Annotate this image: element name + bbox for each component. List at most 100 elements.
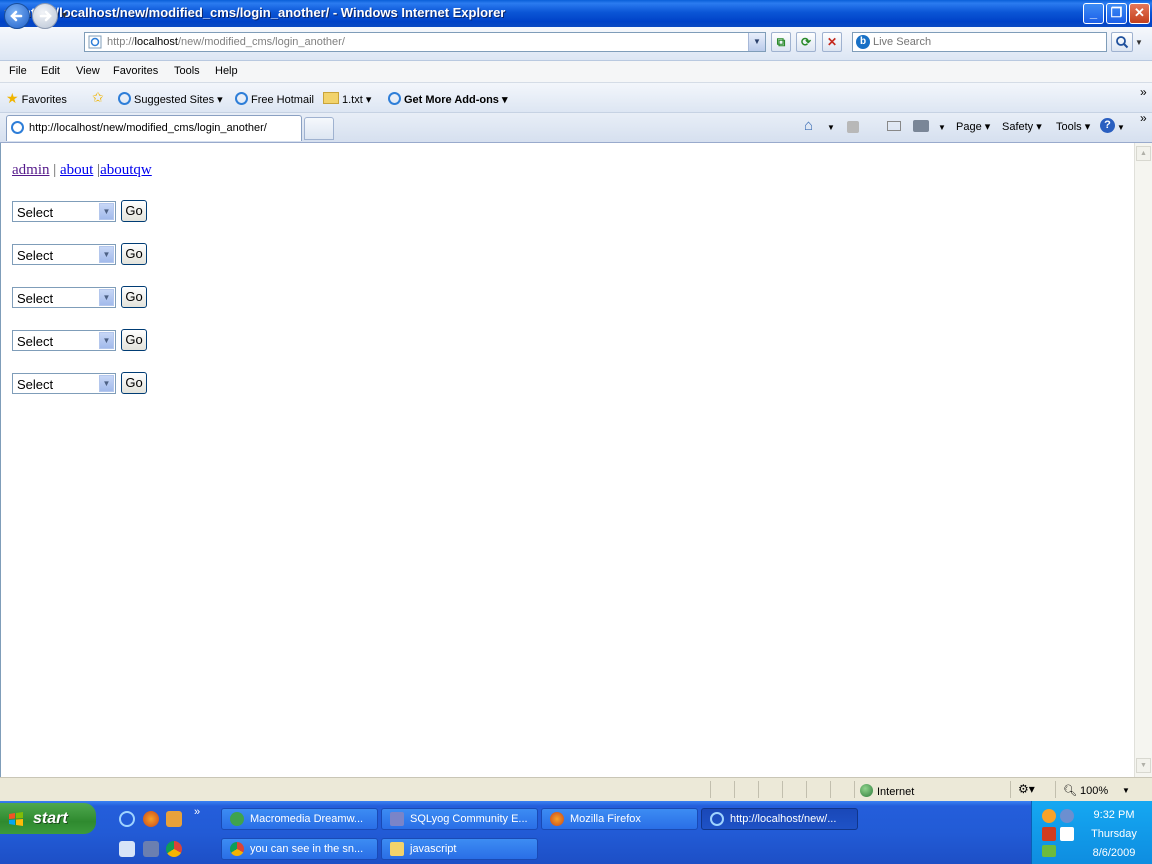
window-title: http://localhost/new/modified_cms/login_…: [23, 5, 506, 20]
get-more-addons-link[interactable]: Get More Add-ons ▾: [388, 92, 508, 106]
zoom-dropdown-icon[interactable]: ▼: [1122, 786, 1130, 795]
ie-page-icon: [118, 92, 131, 105]
clock-date: 8/6/2009: [1092, 847, 1136, 859]
taskbar-button-ie[interactable]: http://localhost/new/...: [701, 808, 858, 830]
go-button-3[interactable]: Go: [121, 286, 147, 308]
menu-edit[interactable]: Edit: [41, 65, 60, 77]
print-dropdown-icon[interactable]: ▼: [938, 123, 946, 132]
refresh-button[interactable]: ⟳: [796, 32, 816, 52]
minimize-button[interactable]: _: [1083, 3, 1104, 24]
safety-menu-button[interactable]: Safety ▾: [1002, 120, 1042, 133]
search-options-dropdown-icon[interactable]: ▼: [1135, 38, 1143, 47]
tools-menu-button[interactable]: Tools ▾: [1056, 120, 1090, 133]
txt-file-folder-link[interactable]: 1.txt ▾: [323, 92, 371, 106]
menu-favorites[interactable]: Favorites: [113, 65, 158, 77]
go-button-2[interactable]: Go: [121, 243, 147, 265]
quicklaunch-app-icon[interactable]: [166, 811, 182, 827]
stop-button[interactable]: ✕: [822, 32, 842, 52]
scroll-down-icon[interactable]: ▼: [1136, 758, 1151, 773]
clock-time[interactable]: 9:32 PM: [1082, 809, 1146, 821]
home-icon[interactable]: ⌂: [804, 117, 813, 134]
suggested-sites-link[interactable]: Suggested Sites ▾: [118, 92, 223, 106]
close-button[interactable]: ✕: [1129, 3, 1150, 24]
compatibility-view-button[interactable]: ⧉: [771, 32, 791, 52]
menu-help[interactable]: Help: [215, 65, 238, 77]
help-dropdown-icon[interactable]: ▼: [1117, 123, 1125, 132]
scroll-up-icon[interactable]: ▲: [1136, 146, 1151, 161]
go-button-1[interactable]: Go: [121, 200, 147, 222]
print-icon[interactable]: [913, 120, 929, 132]
menu-tools[interactable]: Tools: [174, 65, 200, 77]
forward-button[interactable]: [32, 3, 58, 29]
taskbar-button-dreamweaver[interactable]: Macromedia Dreamw...: [221, 808, 378, 830]
system-tray: 9:32 PM Thursday 8/6/2009: [1031, 801, 1152, 864]
search-box[interactable]: b: [852, 32, 1107, 52]
zoom-control[interactable]: 🔍︎ 100%: [1063, 784, 1108, 797]
help-icon[interactable]: ?: [1100, 118, 1115, 133]
clock-day: Thursday: [1091, 828, 1137, 840]
select-dropdown-3[interactable]: Select ▼: [12, 287, 116, 308]
quicklaunch-desktop-icon[interactable]: [119, 841, 135, 857]
windows-flag-icon: [9, 812, 23, 826]
page-menu-button[interactable]: Page ▾: [956, 120, 990, 133]
quicklaunch-overflow-chevron-icon[interactable]: »: [194, 806, 200, 818]
tray-volume-icon[interactable]: [1042, 827, 1056, 841]
address-url: http://localhost/new/modified_cms/login_…: [107, 36, 345, 48]
ie-page-icon: [11, 121, 24, 134]
search-button[interactable]: [1111, 32, 1133, 52]
feeds-icon[interactable]: [847, 121, 859, 133]
start-button[interactable]: start: [0, 803, 96, 834]
quicklaunch-firefox-icon[interactable]: [143, 811, 159, 827]
select-dropdown-5[interactable]: Select ▼: [12, 373, 116, 394]
quicklaunch-ie-icon[interactable]: [119, 811, 135, 827]
go-button-5[interactable]: Go: [121, 372, 147, 394]
tray-messenger-icon[interactable]: [1060, 827, 1074, 841]
nav-links: admin | about |aboutqw: [12, 162, 152, 179]
taskbar-button-sqlyog[interactable]: SQLyog Community E...: [381, 808, 538, 830]
tray-nvidia-icon[interactable]: [1042, 845, 1056, 857]
forward-arrow-icon: [39, 10, 52, 22]
tray-app-icon[interactable]: [1042, 809, 1056, 823]
recent-pages-dropdown-icon[interactable]: ▼: [60, 10, 69, 20]
favorites-button[interactable]: ★ Favorites: [6, 90, 67, 107]
address-dropdown-icon[interactable]: ▼: [748, 33, 765, 51]
add-to-favorites-bar-icon[interactable]: ✩: [92, 89, 104, 106]
back-button[interactable]: [4, 3, 30, 29]
ie-page-icon: [388, 92, 401, 105]
aboutqw-link[interactable]: aboutqw: [100, 162, 152, 178]
home-dropdown-icon[interactable]: ▼: [827, 123, 835, 132]
quicklaunch-media-icon[interactable]: [143, 841, 159, 857]
vertical-scrollbar[interactable]: ▲ ▼: [1134, 143, 1152, 777]
select-dropdown-1[interactable]: Select ▼: [12, 201, 116, 222]
search-input[interactable]: [873, 34, 1101, 49]
free-hotmail-link[interactable]: Free Hotmail: [235, 92, 314, 106]
taskbar-button-firefox[interactable]: Mozilla Firefox: [541, 808, 698, 830]
command-overflow-chevron-icon[interactable]: »: [1140, 111, 1147, 125]
address-bar[interactable]: http://localhost/new/modified_cms/login_…: [84, 32, 766, 52]
back-arrow-icon: [10, 10, 23, 22]
security-zone[interactable]: Internet: [860, 784, 914, 798]
menu-view[interactable]: View: [76, 65, 100, 77]
menu-file[interactable]: File: [9, 65, 27, 77]
go-button-4[interactable]: Go: [121, 329, 147, 351]
select-dropdown-4[interactable]: Select ▼: [12, 330, 116, 351]
read-mail-icon[interactable]: [887, 121, 901, 131]
quicklaunch-chrome-icon[interactable]: [166, 841, 182, 857]
magnifier-icon: [1116, 36, 1129, 49]
protected-mode-icon[interactable]: ⚙▾: [1018, 782, 1035, 796]
new-tab-button[interactable]: [304, 117, 334, 140]
tab-active[interactable]: http://localhost/new/modified_cms/login_…: [6, 115, 302, 141]
admin-link[interactable]: admin: [12, 162, 50, 178]
about-link[interactable]: about: [60, 162, 93, 178]
title-bar[interactable]: http://localhost/new/modified_cms/login_…: [0, 0, 1152, 27]
taskbar-button-chrome[interactable]: you can see in the sn...: [221, 838, 378, 860]
select-dropdown-2[interactable]: Select ▼: [12, 244, 116, 265]
favorites-bar: ★ Favorites ✩ Suggested Sites ▾ Free Hot…: [0, 83, 1152, 113]
maximize-button[interactable]: ❐: [1106, 3, 1127, 24]
page-icon: [88, 35, 102, 49]
ie-icon: [710, 812, 724, 826]
tray-network-icon[interactable]: [1060, 809, 1074, 823]
page-content: admin | about |aboutqw Select ▼ Go Select…: [0, 143, 1135, 777]
taskbar-button-javascript-folder[interactable]: javascript: [381, 838, 538, 860]
favorites-overflow-chevron-icon[interactable]: »: [1140, 85, 1147, 99]
